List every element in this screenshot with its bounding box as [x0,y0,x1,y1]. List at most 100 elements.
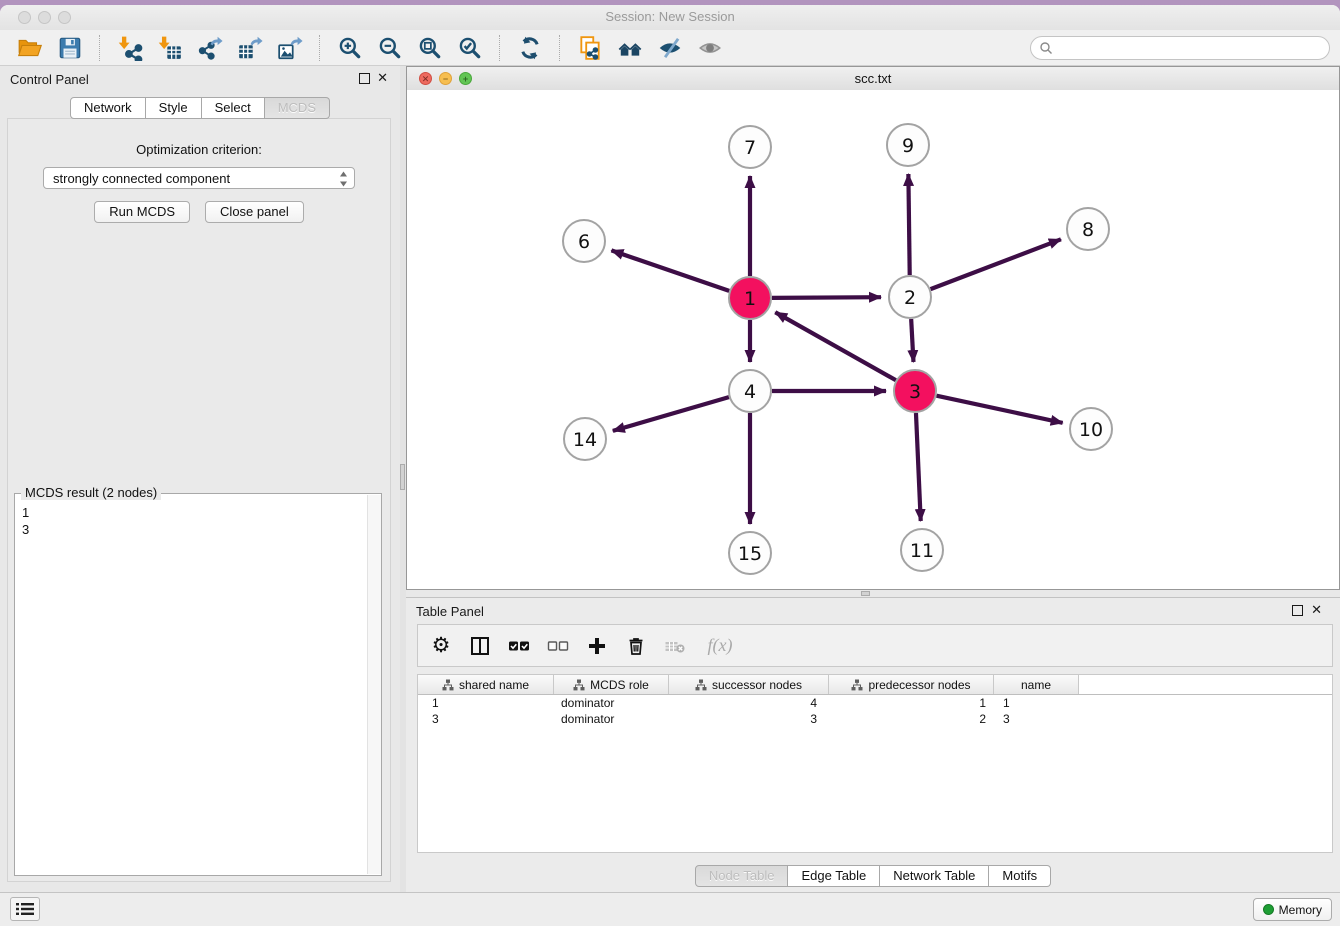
horizontal-splitter[interactable] [406,590,1340,597]
import-network-icon[interactable] [115,34,145,62]
unselect-all-columns-icon[interactable] [547,635,569,657]
optimization-criterion-select[interactable]: strongly connected component [43,167,355,189]
column-header-shared-name[interactable]: shared name [418,675,554,694]
column-layout-icon[interactable] [469,635,491,657]
search-field[interactable] [1030,36,1330,60]
export-network-icon[interactable] [195,34,225,62]
close-panel-button[interactable]: Close panel [205,201,304,223]
zoom-out-icon[interactable] [375,34,405,62]
export-image-icon[interactable] [275,34,305,62]
mcds-tab-content: Optimization criterion: strongly connect… [7,118,391,882]
column-type-icon [695,679,707,691]
table-cell[interactable]: 2 [829,711,994,727]
network-window: ✕ − + scc.txt 7968124314101511 [406,66,1340,590]
graph-node-label: 1 [744,288,756,310]
import-table-icon[interactable] [155,34,185,62]
show-all-icon[interactable] [695,34,725,62]
delete-columns-icon[interactable] [625,635,647,657]
tab-edge-table[interactable]: Edge Table [788,865,880,887]
graph-edge-3-11[interactable] [916,413,921,521]
toolbar-separator [499,35,501,61]
window-titlebar: Session: New Session [0,5,1340,30]
delete-table-icon[interactable] [664,635,686,657]
graph-edge-2-8[interactable] [931,239,1061,289]
mcds-result-list[interactable]: 1 3 [15,494,381,538]
graph-node-label: 7 [744,137,756,159]
splitter-handle[interactable] [400,464,405,490]
refresh-icon[interactable] [515,34,545,62]
window-title: Session: New Session [0,9,1340,24]
splitter-handle[interactable] [861,591,870,596]
network-canvas[interactable]: 7968124314101511 [407,90,1339,589]
float-panel-icon[interactable] [359,73,370,84]
run-mcds-button[interactable]: Run MCDS [94,201,190,223]
function-builder-icon[interactable]: f(x) [703,635,737,657]
table-cell[interactable]: 1 [418,695,554,711]
result-scrollbar[interactable] [367,495,381,874]
graph-edge-2-3[interactable] [911,319,913,362]
tab-node-table[interactable]: Node Table [695,865,789,887]
column-type-icon [442,679,454,691]
settings-gear-icon[interactable]: ⚙ [430,635,452,657]
graph-edge-1-6[interactable] [611,250,729,290]
table-panel-tabs: Node Table Edge Table Network Table Moti… [406,865,1340,887]
graph-edge-1-2[interactable] [772,297,881,298]
table-row: 3dominator323 [418,711,1332,727]
float-panel-icon[interactable] [1292,605,1303,616]
table-cell[interactable]: 4 [669,695,829,711]
table-cell[interactable]: 1 [829,695,994,711]
column-header-name[interactable]: name [994,675,1079,694]
column-header-MCDS-role[interactable]: MCDS role [554,675,669,694]
table-cell[interactable]: 3 [418,711,554,727]
zoom-selected-icon[interactable] [455,34,485,62]
add-column-icon[interactable] [586,635,608,657]
toolbar-separator [559,35,561,61]
memory-button[interactable]: Memory [1253,898,1332,921]
tab-motifs[interactable]: Motifs [989,865,1051,887]
control-panel-title: Control Panel [10,72,89,87]
close-panel-icon[interactable]: ✕ [377,70,388,85]
column-header-successor-nodes[interactable]: successor nodes [669,675,829,694]
table-cell[interactable]: dominator [554,711,669,727]
graph-edge-4-14[interactable] [613,397,729,431]
zoom-fit-icon[interactable] [415,34,445,62]
graph-node-label: 9 [902,135,914,157]
column-type-icon [851,679,863,691]
hide-selected-icon[interactable] [655,34,685,62]
column-header-predecessor-nodes[interactable]: predecessor nodes [829,675,994,694]
graph-node-label: 3 [909,381,921,403]
save-session-icon[interactable] [55,34,85,62]
search-input[interactable] [1057,40,1311,56]
graph-edge-2-9[interactable] [908,174,909,275]
column-type-icon [573,679,585,691]
zoom-in-icon[interactable] [335,34,365,62]
open-file-icon[interactable] [15,34,45,62]
table-panel: Table Panel ✕ ⚙ [406,597,1340,893]
first-neighbors-icon[interactable] [615,34,645,62]
graph-node-label: 6 [578,231,590,253]
network-window-title: scc.txt [407,71,1339,86]
tab-network-table[interactable]: Network Table [880,865,989,887]
select-all-columns-icon[interactable] [508,635,530,657]
tab-network[interactable]: Network [70,97,146,119]
table-cell[interactable]: 1 [994,695,1079,711]
table-cell[interactable]: 3 [994,711,1079,727]
close-panel-icon[interactable]: ✕ [1311,602,1322,617]
table-panel-title: Table Panel [416,604,484,619]
table-cell[interactable]: 3 [669,711,829,727]
select-stepper-icon [339,171,348,194]
graph-edge-3-1[interactable] [775,312,896,380]
mcds-result-group: MCDS result (2 nodes) 1 3 [14,493,382,876]
tab-style[interactable]: Style [146,97,202,119]
app-window: Session: New Session [0,5,1340,926]
export-table-icon[interactable] [235,34,265,62]
node-table: shared nameMCDS rolesuccessor nodesprede… [417,674,1333,853]
table-header-row: shared nameMCDS rolesuccessor nodesprede… [418,675,1332,695]
optimization-criterion-value: strongly connected component [53,171,230,186]
tab-mcds[interactable]: MCDS [265,97,330,119]
task-history-icon[interactable] [10,897,40,921]
table-cell[interactable]: dominator [554,695,669,711]
clone-network-icon[interactable] [575,34,605,62]
graph-edge-3-10[interactable] [937,396,1063,423]
tab-select[interactable]: Select [202,97,265,119]
